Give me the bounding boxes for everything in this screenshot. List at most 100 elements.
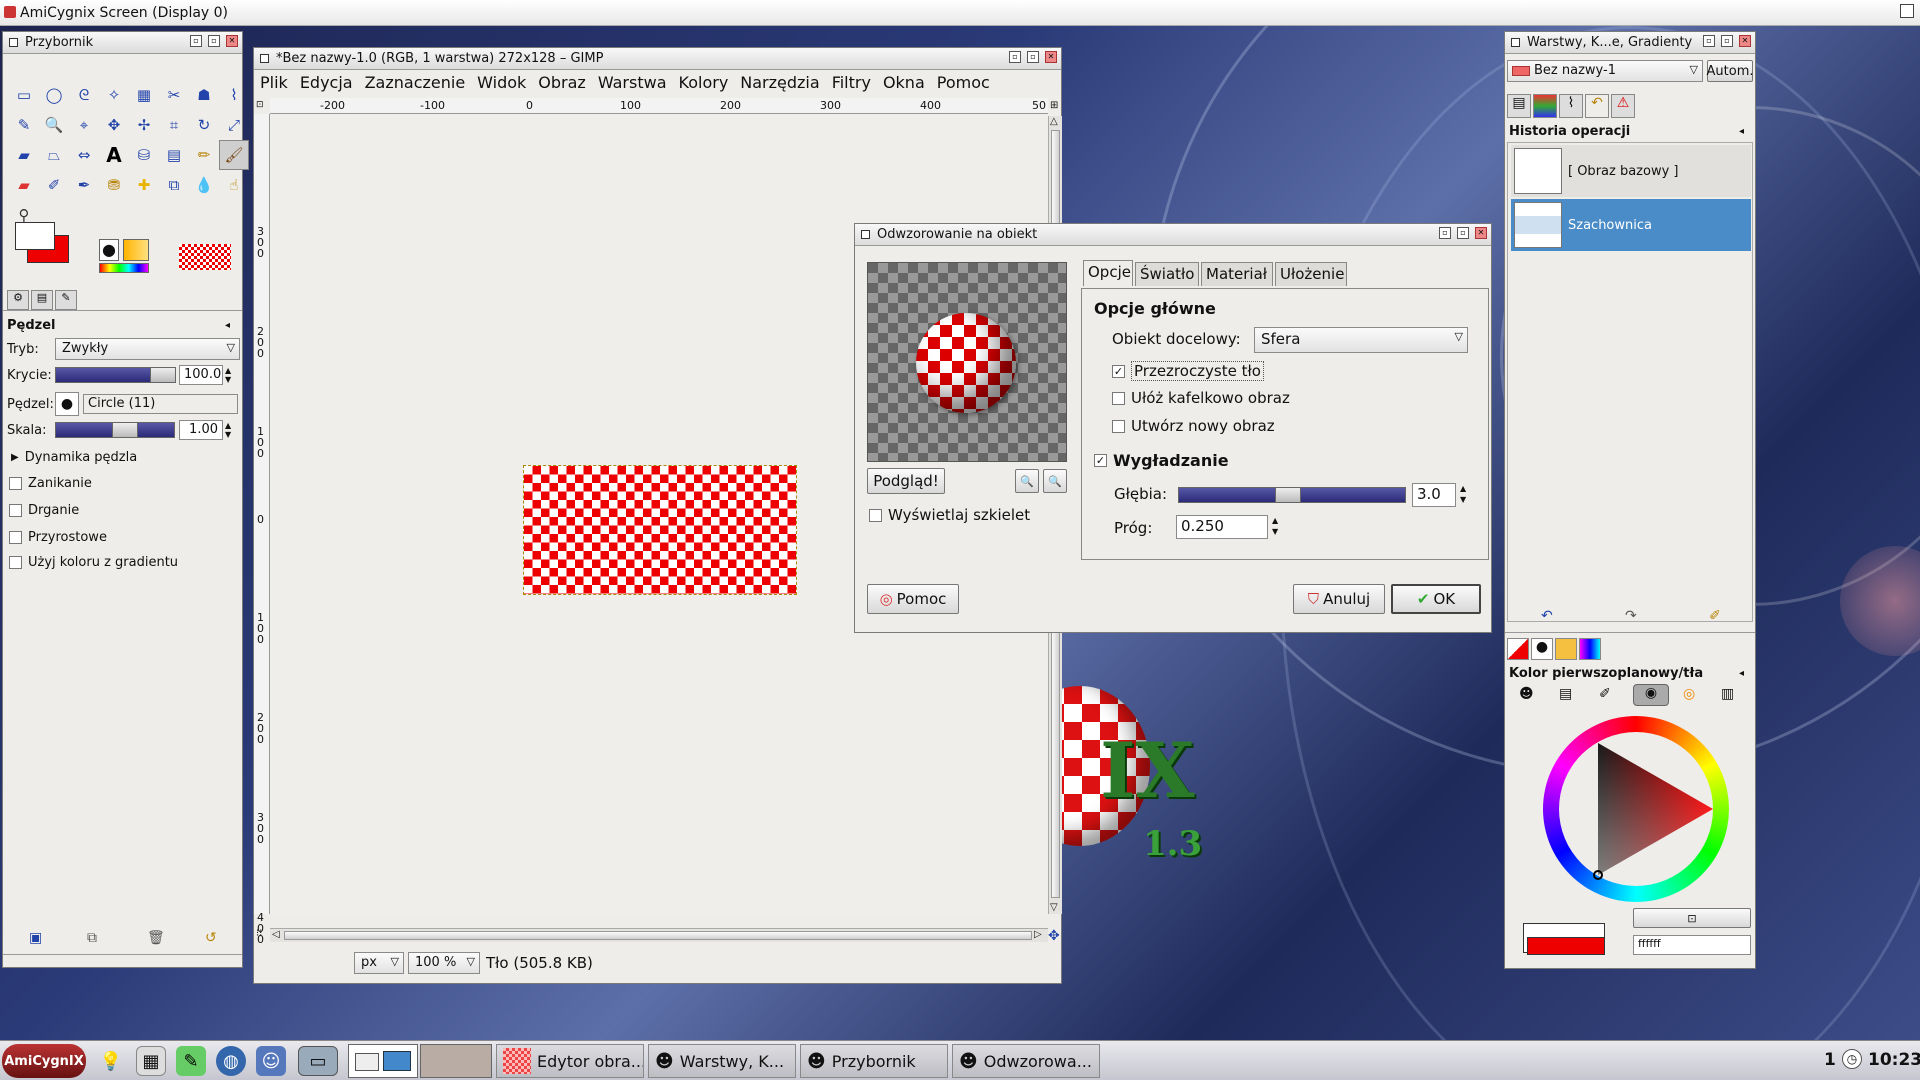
scissors-icon[interactable]: ✂ — [159, 80, 189, 110]
unit-combo[interactable]: px — [354, 952, 404, 974]
horizontal-scrollbar[interactable]: ◁ ▷ — [270, 928, 1048, 942]
gimp-selector-icon[interactable]: ☻ — [1519, 686, 1534, 702]
color-history-button[interactable]: ⊡ — [1633, 908, 1751, 928]
pager-workspace-2[interactable] — [420, 1044, 492, 1078]
preview-button[interactable]: Podgląd! — [867, 468, 945, 494]
new-image-row[interactable]: Utwórz nowy obraz — [1112, 417, 1275, 435]
bulb-launcher-icon[interactable]: 💡 — [96, 1046, 126, 1076]
brush-dot-icon[interactable]: ● — [55, 392, 79, 416]
dynamics-expander[interactable]: ▶ Dynamika pędzla — [11, 450, 137, 465]
antialiasing-checkbox[interactable]: ✓ — [1094, 454, 1107, 467]
transparent-bg-row[interactable]: ✓ Przezroczyste tło — [1112, 361, 1264, 381]
undo-icon[interactable]: ↶ — [1541, 608, 1553, 624]
perspective-clone-icon[interactable]: ⧉ — [159, 170, 189, 200]
depth-slider[interactable] — [1178, 487, 1406, 503]
threshold-spin-icon[interactable]: ▲ ▼ — [1272, 515, 1278, 537]
tile-image-row[interactable]: Ułóż kafelkowo obraz — [1112, 389, 1290, 407]
opacity-field[interactable]: 100.0 — [179, 365, 223, 385]
target-object-combo[interactable]: Sfera — [1254, 327, 1468, 353]
lasso-icon[interactable]: ᘓ — [69, 80, 99, 110]
foreground-select-icon[interactable]: ☗ — [189, 80, 219, 110]
rect-select-icon[interactable]: ▭ — [9, 80, 39, 110]
scroll-down-icon[interactable]: ▽ — [1050, 902, 1058, 913]
triangle-selector-icon[interactable]: ◉ — [1633, 684, 1669, 706]
layers-close-icon[interactable]: ✕ — [1739, 35, 1751, 47]
menu-select[interactable]: Zaznaczenie — [365, 73, 466, 92]
bucket-fill-icon[interactable]: ⛁ — [129, 140, 159, 170]
menu-tools[interactable]: Narzędzia — [740, 73, 819, 92]
measure-icon[interactable]: ⌖ — [69, 110, 99, 140]
start-button[interactable]: AmiCygnIX — [2, 1044, 86, 1078]
watercolor-selector-icon[interactable]: ✐ — [1599, 686, 1611, 702]
menu-layer[interactable]: Warstwa — [598, 73, 667, 92]
opacity-spin-icon[interactable]: ▲ ▼ — [225, 366, 231, 384]
menu-help[interactable]: Pomoc — [937, 73, 990, 92]
blend-icon[interactable]: ▤ — [159, 140, 189, 170]
checkerboard-image[interactable] — [523, 465, 797, 595]
clear-history-icon[interactable]: ✐ — [1709, 608, 1721, 624]
menu-file[interactable]: Plik — [260, 73, 288, 92]
paths-tab-icon[interactable]: ⌇ — [1559, 94, 1583, 118]
dialog-iconify-icon[interactable]: ▫ — [1439, 227, 1451, 239]
move-icon[interactable]: ✥ — [99, 110, 129, 140]
flip-icon[interactable]: ⇔ — [69, 140, 99, 170]
horizontal-scroll-thumb[interactable] — [284, 931, 1032, 940]
layers-titlebar[interactable]: Warstwy, K...e, Gradienty ▫ ▫ ✕ — [1505, 32, 1755, 54]
vertical-ruler[interactable]: 3 0 0 2 0 0 1 0 0 0 1 0 0 2 0 0 3 0 0 4 … — [254, 114, 270, 945]
menu-edit[interactable]: Edycja — [300, 73, 353, 92]
scroll-up-icon[interactable]: △ — [1050, 116, 1058, 127]
option-incremental[interactable]: Przyrostowe — [9, 530, 107, 545]
color-triangle[interactable] — [1543, 716, 1729, 902]
clone-icon[interactable]: ⛃ — [99, 170, 129, 200]
shear-icon[interactable]: ▰ — [9, 140, 39, 170]
auto-button[interactable]: Autom. — [1707, 60, 1754, 82]
gradient-preview-icon[interactable] — [123, 239, 149, 261]
tab-options[interactable]: Opcje — [1083, 260, 1133, 286]
brushes-tab-icon[interactable]: ● — [1531, 638, 1553, 660]
blur-icon[interactable]: 💧 — [189, 170, 219, 200]
redo-icon[interactable]: ↷ — [1625, 608, 1637, 624]
task-image-editor[interactable]: Edytor obra... — [496, 1044, 644, 1078]
channels-tab-icon[interactable] — [1533, 94, 1557, 118]
pager-workspace-1[interactable] — [348, 1044, 418, 1078]
antialiasing-row[interactable]: ✓ Wygładzanie — [1094, 451, 1229, 470]
restore-options-icon[interactable]: ⧉ — [87, 930, 97, 946]
option-fade[interactable]: Zanikanie — [9, 476, 92, 491]
foreground-color-swatch[interactable] — [15, 222, 55, 250]
workspace-number[interactable]: 1 — [1824, 1050, 1836, 1070]
layers-iconify-icon[interactable]: ▫ — [1703, 35, 1715, 47]
hex-field[interactable]: ffffff — [1633, 935, 1751, 955]
brush-name-field[interactable]: Circle (11) — [83, 394, 238, 414]
zoom-in-icon[interactable]: 🔍 — [1043, 469, 1067, 493]
layers-tab-icon[interactable]: ▤ — [1507, 94, 1531, 118]
task-toolbox[interactable]: ☻ Przybornik — [800, 1044, 948, 1078]
image-iconify-icon[interactable]: ▫ — [1009, 51, 1021, 63]
color-picker-icon[interactable]: ✎ — [9, 110, 39, 140]
history-config-icon[interactable]: ◂ — [1739, 126, 1744, 137]
browser-launcher-icon[interactable]: ◍ — [216, 1046, 246, 1076]
color-select-icon[interactable]: ▦ — [129, 80, 159, 110]
ok-button[interactable]: ✔ OK — [1391, 584, 1481, 614]
text-tool-icon[interactable]: A — [99, 140, 129, 170]
bg-color-swatch[interactable] — [1527, 937, 1605, 955]
transparent-bg-checkbox[interactable]: ✓ — [1112, 364, 1125, 378]
scale-field[interactable]: 1.00 — [179, 420, 223, 440]
user-launcher-icon[interactable]: ☺ — [256, 1046, 286, 1076]
jitter-checkbox[interactable] — [9, 504, 22, 517]
iconify-icon[interactable]: ▫ — [190, 35, 202, 47]
perspective-icon[interactable]: ⏢ — [39, 140, 69, 170]
cancel-button[interactable]: ⛉ Anuluj — [1293, 584, 1385, 614]
horizontal-ruler[interactable]: -200 -100 0 100 200 300 400 50 — [270, 98, 1048, 114]
help-button[interactable]: ◎ Pomoc — [867, 584, 959, 614]
menu-filters[interactable]: Filtry — [832, 73, 871, 92]
tab-material[interactable]: Materiał — [1201, 262, 1273, 286]
gradient-color-checkbox[interactable] — [9, 556, 22, 569]
active-image-thumbnail[interactable] — [179, 244, 231, 270]
navigate-icon[interactable]: ⊞ — [1050, 100, 1058, 111]
preview-area[interactable] — [867, 262, 1067, 462]
dialog-close-icon[interactable]: ✕ — [1475, 227, 1487, 239]
paths-icon[interactable]: ⌇ — [219, 80, 249, 110]
toolbox-titlebar[interactable]: Przybornik ▫ ▫ ✕ — [3, 32, 242, 54]
dialog-zoom-icon[interactable]: ▫ — [1457, 227, 1469, 239]
history-item-selected[interactable]: Szachownica — [1511, 199, 1751, 251]
